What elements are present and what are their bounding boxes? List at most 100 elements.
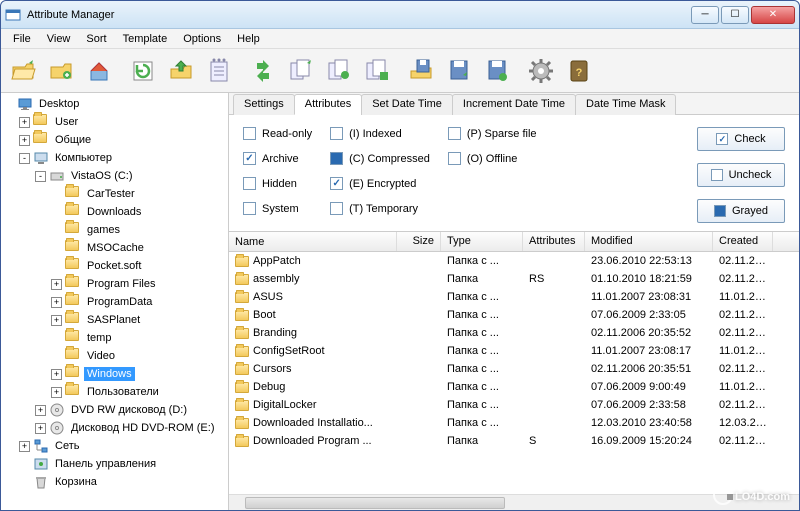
tree-node[interactable]: temp (3, 329, 226, 347)
tree-node[interactable]: -VistaOS (C:) (3, 167, 226, 185)
check-button[interactable]: Check (697, 127, 785, 151)
tool-save2-icon[interactable] (441, 53, 477, 89)
expand-toggle[interactable]: - (35, 171, 46, 182)
tool-open-icon[interactable] (5, 53, 41, 89)
menu-file[interactable]: File (5, 31, 39, 47)
tool-save1-icon[interactable] (403, 53, 439, 89)
attr-checkbox[interactable]: (I) Indexed (330, 127, 430, 140)
tool-notes-icon[interactable] (201, 53, 237, 89)
col-attr[interactable]: Attributes (523, 232, 585, 251)
menu-view[interactable]: View (39, 31, 79, 47)
expand-toggle[interactable]: + (51, 387, 62, 398)
dvd-icon (49, 402, 65, 418)
col-type[interactable]: Type (441, 232, 523, 251)
tree-node[interactable]: Панель управления (3, 455, 226, 473)
tool-folder-icon[interactable] (43, 53, 79, 89)
tab-incrementdatetime[interactable]: Increment Date Time (452, 94, 576, 115)
tool-up-icon[interactable] (163, 53, 199, 89)
tool-copy3-icon[interactable] (359, 53, 395, 89)
tree-node[interactable]: -Компьютер (3, 149, 226, 167)
tool-copy2-icon[interactable] (321, 53, 357, 89)
tool-gear-icon[interactable] (523, 53, 559, 89)
uncheck-button[interactable]: Uncheck (697, 163, 785, 187)
maximize-button[interactable]: ☐ (721, 6, 749, 24)
tab-attributes[interactable]: Attributes (294, 94, 362, 115)
attr-checkbox[interactable]: System (243, 202, 312, 215)
attr-checkbox[interactable]: (C) Compressed (330, 152, 430, 165)
table-row[interactable]: BootПапка с ...07.06.2009 2:33:0502.11.2… (229, 306, 799, 324)
tool-refresh-icon[interactable] (125, 53, 161, 89)
tree-node[interactable]: +Program Files (3, 275, 226, 293)
attr-checkbox[interactable]: Hidden (243, 177, 312, 190)
menu-sort[interactable]: Sort (78, 31, 114, 47)
folder-icon (235, 292, 249, 303)
tool-copy1-icon[interactable] (283, 53, 319, 89)
tree-node[interactable]: +ProgramData (3, 293, 226, 311)
tree-node[interactable]: +Сеть (3, 437, 226, 455)
attr-checkbox[interactable]: (O) Offline (448, 152, 537, 165)
tool-apply-icon[interactable] (245, 53, 281, 89)
tree-node[interactable]: MSOCache (3, 239, 226, 257)
expand-toggle[interactable]: + (51, 315, 62, 326)
tree-node[interactable]: +Общие (3, 131, 226, 149)
grayed-button[interactable]: Grayed (697, 199, 785, 223)
tool-save3-icon[interactable] (479, 53, 515, 89)
table-row[interactable]: DebugПапка с ...07.06.2009 9:00:4911.01.… (229, 378, 799, 396)
table-row[interactable]: AppPatchПапка с ...23.06.2010 22:53:1302… (229, 252, 799, 270)
tree-node-label: Пользователи (84, 385, 162, 399)
expand-toggle[interactable]: + (51, 369, 62, 380)
attr-checkbox[interactable]: (P) Sparse file (448, 127, 537, 140)
table-row[interactable]: Downloaded Installatio...Папка с ...12.0… (229, 414, 799, 432)
attr-checkbox[interactable]: Read-only (243, 127, 312, 140)
col-name[interactable]: Name (229, 232, 397, 251)
expand-toggle[interactable]: + (19, 117, 30, 128)
menu-help[interactable]: Help (229, 31, 268, 47)
expand-toggle[interactable]: + (35, 423, 46, 434)
tree-node[interactable]: Video (3, 347, 226, 365)
tool-home-icon[interactable] (81, 53, 117, 89)
tree-node[interactable]: +Windows (3, 365, 226, 383)
expand-toggle[interactable]: + (19, 441, 30, 452)
table-row[interactable]: ASUSПапка с ...11.01.2007 23:08:3111.01.… (229, 288, 799, 306)
attr-checkbox[interactable]: Archive (243, 152, 312, 165)
expand-toggle[interactable]: + (35, 405, 46, 416)
table-row[interactable]: BrandingПапка с ...02.11.2006 20:35:5202… (229, 324, 799, 342)
menu-template[interactable]: Template (115, 31, 176, 47)
tab-datetimemask[interactable]: Date Time Mask (575, 94, 676, 115)
table-row[interactable]: assemblyПапкаRS01.10.2010 18:21:5902.11.… (229, 270, 799, 288)
file-list[interactable]: Name Size Type Attributes Modified Creat… (229, 231, 799, 510)
tree-node[interactable]: Корзина (3, 473, 226, 491)
tree-node[interactable]: + SASPlanet (3, 311, 226, 329)
menu-options[interactable]: Options (175, 31, 229, 47)
table-row[interactable]: CursorsПапка с ...02.11.2006 20:35:5102.… (229, 360, 799, 378)
table-row[interactable]: ConfigSetRootПапка с ...11.01.2007 23:08… (229, 342, 799, 360)
expand-toggle[interactable]: + (51, 297, 62, 308)
table-row[interactable]: Downloaded Program ...ПапкаS16.09.2009 1… (229, 432, 799, 450)
tree-node[interactable]: games (3, 221, 226, 239)
tree-node[interactable]: +User (3, 113, 226, 131)
attr-checkbox[interactable]: (E) Encrypted (330, 177, 430, 190)
col-crt[interactable]: Created (713, 232, 773, 251)
tree-view[interactable]: Desktop+User+Общие-Компьютер-VistaOS (C:… (1, 93, 229, 510)
tree-node[interactable]: Pocket.soft (3, 257, 226, 275)
expand-toggle[interactable]: + (19, 135, 30, 146)
expand-toggle[interactable]: + (51, 279, 62, 290)
attr-checkbox[interactable]: (T) Temporary (330, 202, 430, 215)
col-size[interactable]: Size (397, 232, 441, 251)
tree-node[interactable]: CarTester (3, 185, 226, 203)
tree-node[interactable]: Desktop (3, 95, 226, 113)
file-list-header[interactable]: Name Size Type Attributes Modified Creat… (229, 232, 799, 252)
table-row[interactable]: DigitalLockerПапка с ...07.06.2009 2:33:… (229, 396, 799, 414)
tree-node[interactable]: + Пользователи (3, 383, 226, 401)
tab-setdatetime[interactable]: Set Date Time (361, 94, 453, 115)
tree-node-label: SASPlanet (84, 313, 143, 327)
tree-node[interactable]: Downloads (3, 203, 226, 221)
tool-help-icon[interactable]: ? (561, 53, 597, 89)
minimize-button[interactable]: ─ (691, 6, 719, 24)
col-mod[interactable]: Modified (585, 232, 713, 251)
tree-node[interactable]: +DVD RW дисковод (D:) (3, 401, 226, 419)
expand-toggle[interactable]: - (19, 153, 30, 164)
tab-settings[interactable]: Settings (233, 94, 295, 115)
tree-node[interactable]: +Дисковод HD DVD-ROM (E:) (3, 419, 226, 437)
close-button[interactable]: ✕ (751, 6, 795, 24)
